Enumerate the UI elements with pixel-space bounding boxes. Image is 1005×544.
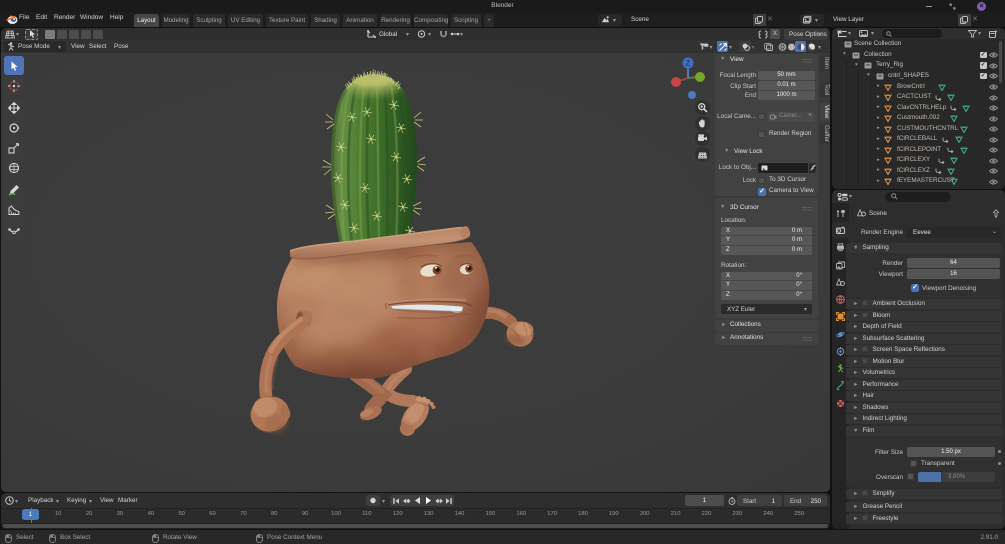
svg-text:Z: Z bbox=[686, 61, 691, 68]
